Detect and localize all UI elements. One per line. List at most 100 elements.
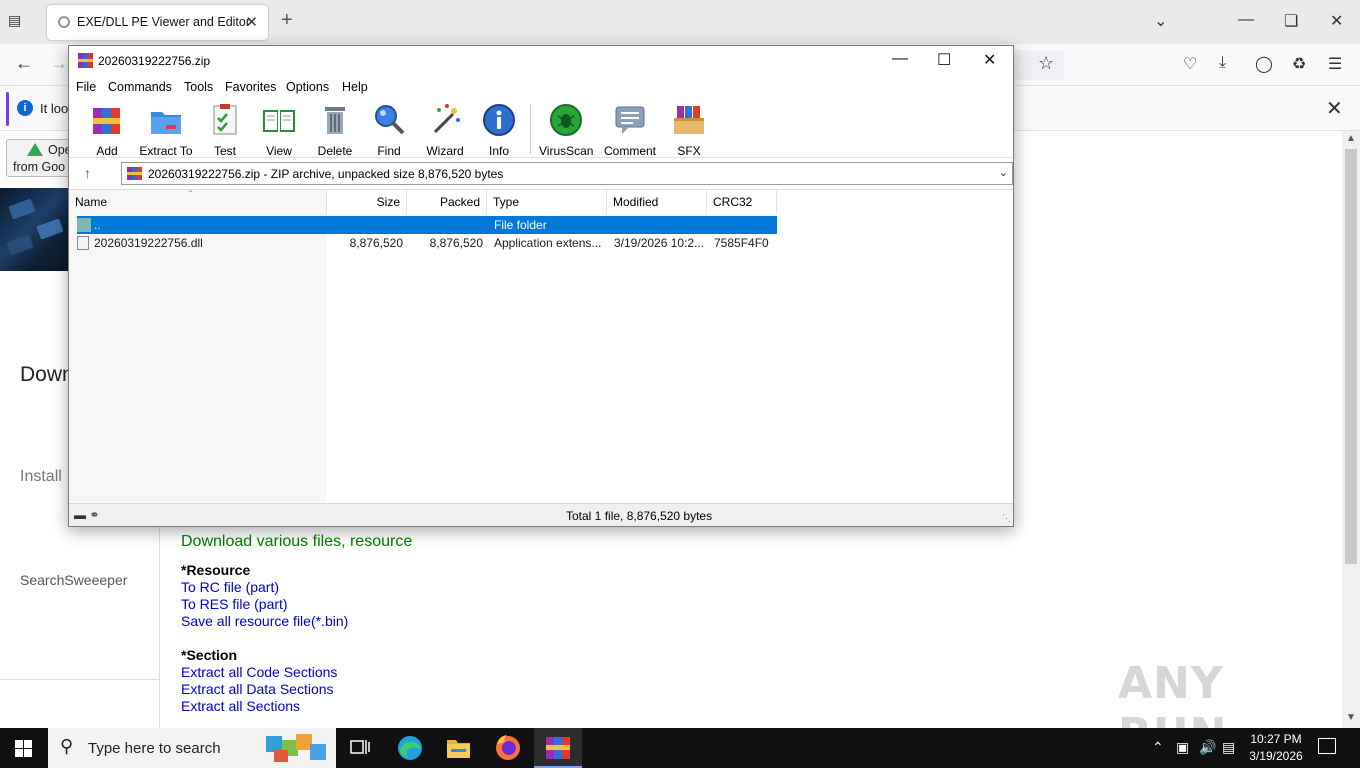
meet-now-icon[interactable]: ▣: [1176, 739, 1189, 756]
winrar-maximize-icon[interactable]: ☐: [937, 50, 951, 70]
link-extract-data[interactable]: Extract all Data Sections: [181, 681, 334, 697]
page-scrollbar[interactable]: ▲ ▼: [1342, 131, 1360, 728]
winrar-taskbar-button[interactable]: [534, 728, 582, 768]
winrar-taskbar-icon: [546, 737, 570, 759]
notification-center-icon[interactable]: [1318, 738, 1336, 754]
new-tab-icon[interactable]: +: [281, 9, 293, 32]
menu-tools[interactable]: Tools: [184, 80, 213, 94]
task-view-button[interactable]: [336, 728, 384, 768]
browser-tab[interactable]: EXE/DLL PE Viewer and Editor ✕: [47, 5, 268, 40]
account-icon[interactable]: ◯: [1255, 54, 1273, 74]
google-drive-button[interactable]: Ope from Goo: [6, 139, 76, 177]
winrar-minimize-icon[interactable]: —: [892, 50, 908, 68]
table-row[interactable]: .. File folder: [77, 216, 777, 234]
column-header-modified[interactable]: Modified: [607, 190, 707, 214]
search-highlight-art-icon: [266, 734, 326, 762]
explorer-taskbar-button[interactable]: [434, 728, 482, 768]
taskbar-search-box[interactable]: ⚲ Type here to search: [48, 728, 336, 768]
start-button[interactable]: [0, 728, 48, 768]
up-folder-icon[interactable]: ↑: [84, 165, 91, 181]
task-view-icon: [350, 740, 370, 754]
link-extract-all[interactable]: Extract all Sections: [181, 698, 300, 714]
table-row[interactable]: 20260319222756.dll 8,876,520 8,876,520 A…: [77, 234, 777, 252]
toolbar-info-button[interactable]: Info: [481, 102, 517, 158]
toolbar-sfx-button[interactable]: SFX: [669, 102, 709, 158]
volume-icon[interactable]: 🔊: [1199, 739, 1216, 756]
url-bar-end[interactable]: ☆: [1014, 50, 1064, 80]
menu-icon[interactable]: ☰: [1328, 54, 1342, 74]
toolbar-separator: [530, 104, 531, 154]
toolbar-add-button[interactable]: Add: [87, 102, 127, 158]
downloads-icon[interactable]: ⤓: [1219, 54, 1226, 72]
column-header-crc32[interactable]: CRC32: [707, 190, 777, 214]
toolbar-test-button[interactable]: Test: [205, 102, 245, 158]
column-header-name[interactable]: Name ˆ: [69, 190, 327, 214]
toolbar-find-button[interactable]: Find: [369, 102, 409, 158]
column-header-size[interactable]: Size: [327, 190, 407, 214]
comment-icon: [615, 106, 645, 134]
restore-icon[interactable]: ❏: [1284, 11, 1298, 31]
tab-close-icon[interactable]: ✕: [245, 13, 258, 31]
bookmark-star-icon[interactable]: ☆: [1038, 53, 1054, 74]
sidebar-search-text[interactable]: SearchSweeeper: [20, 572, 127, 588]
column-header-type[interactable]: Type: [487, 190, 607, 214]
firefox-taskbar-button[interactable]: [484, 728, 532, 768]
toolbar-delete-button[interactable]: Delete: [314, 102, 356, 158]
scroll-up-icon[interactable]: ▲: [1346, 133, 1356, 144]
firefox-icon: [496, 735, 520, 760]
link-to-rc[interactable]: To RC file (part): [181, 579, 279, 595]
sidebar-install-text[interactable]: Install: [20, 468, 62, 486]
taskbar-clock[interactable]: 10:27 PM 3/19/2026: [1242, 731, 1310, 765]
close-window-icon[interactable]: ✕: [1330, 11, 1343, 31]
winrar-close-icon[interactable]: ✕: [983, 50, 996, 70]
notice-close-icon[interactable]: ✕: [1326, 96, 1343, 121]
menu-favorites[interactable]: Favorites: [225, 80, 276, 94]
promo-image[interactable]: [0, 188, 70, 271]
folder-up-icon: [77, 218, 91, 232]
menu-options[interactable]: Options: [286, 80, 329, 94]
delete-icon: [325, 107, 345, 134]
extensions-icon[interactable]: ♻: [1292, 54, 1306, 74]
toolbar-comment-button[interactable]: Comment: [601, 102, 659, 158]
minimize-icon[interactable]: —: [1238, 11, 1254, 29]
edge-taskbar-button[interactable]: [386, 728, 434, 768]
resize-grip-icon[interactable]: ⋱: [1002, 513, 1011, 524]
menu-help[interactable]: Help: [342, 80, 368, 94]
taskbar: ⚲ Type here to search ⌃ ▣ 🔊 ▤ 10:27 PM 3…: [0, 728, 1360, 768]
menu-commands[interactable]: Commands: [108, 80, 172, 94]
menu-file[interactable]: File: [76, 80, 96, 94]
list-all-tabs-icon[interactable]: ▤: [8, 12, 30, 32]
column-header-packed[interactable]: Packed: [407, 190, 487, 214]
add-icon: [93, 108, 120, 134]
windows-logo-icon: [15, 740, 32, 757]
back-icon[interactable]: ←: [15, 53, 33, 74]
toolbar-extract-to-button[interactable]: Extract To: [137, 102, 195, 158]
scroll-down-icon[interactable]: ▼: [1346, 712, 1356, 723]
clock-date: 3/19/2026: [1249, 749, 1303, 763]
winrar-status-bar: ▬ ⚭ Total 1 file, 8,876,520 bytes ⋱: [69, 503, 1013, 526]
sidebar-divider: [0, 679, 160, 680]
resource-heading: *Resource: [181, 562, 251, 578]
forward-icon[interactable]: →: [50, 53, 68, 74]
pocket-icon[interactable]: ♡: [1183, 54, 1197, 74]
network-icon[interactable]: ▤: [1222, 739, 1235, 756]
status-text: Total 1 file, 8,876,520 bytes: [566, 509, 713, 523]
section-heading: *Section: [181, 647, 238, 663]
scroll-thumb[interactable]: [1345, 149, 1357, 564]
sidebar-heading: Down: [20, 363, 74, 386]
desktop: ▤ EXE/DLL PE Viewer and Editor ✕ + ⌄ — ❏…: [0, 0, 1360, 768]
link-to-res[interactable]: To RES file (part): [181, 596, 288, 612]
search-icon: ⚲: [60, 736, 74, 756]
link-save-resources[interactable]: Save all resource file(*.bin): [181, 613, 348, 629]
tab-overflow-chevron-icon[interactable]: ⌄: [1154, 11, 1167, 31]
path-dropdown-icon[interactable]: ⌄: [999, 166, 1008, 179]
info-icon: i: [17, 100, 33, 116]
clock-time: 10:27 PM: [1250, 732, 1302, 746]
toolbar-wizard-button[interactable]: Wizard: [424, 102, 466, 158]
archive-path-field[interactable]: 20260319222756.zip - ZIP archive, unpack…: [121, 162, 1013, 185]
tray-overflow-icon[interactable]: ⌃: [1152, 739, 1164, 756]
toolbar-virusscan-button[interactable]: VirusScan: [539, 102, 593, 158]
sfx-icon: [674, 106, 704, 134]
toolbar-view-button[interactable]: View: [258, 102, 300, 158]
link-extract-code[interactable]: Extract all Code Sections: [181, 664, 337, 680]
